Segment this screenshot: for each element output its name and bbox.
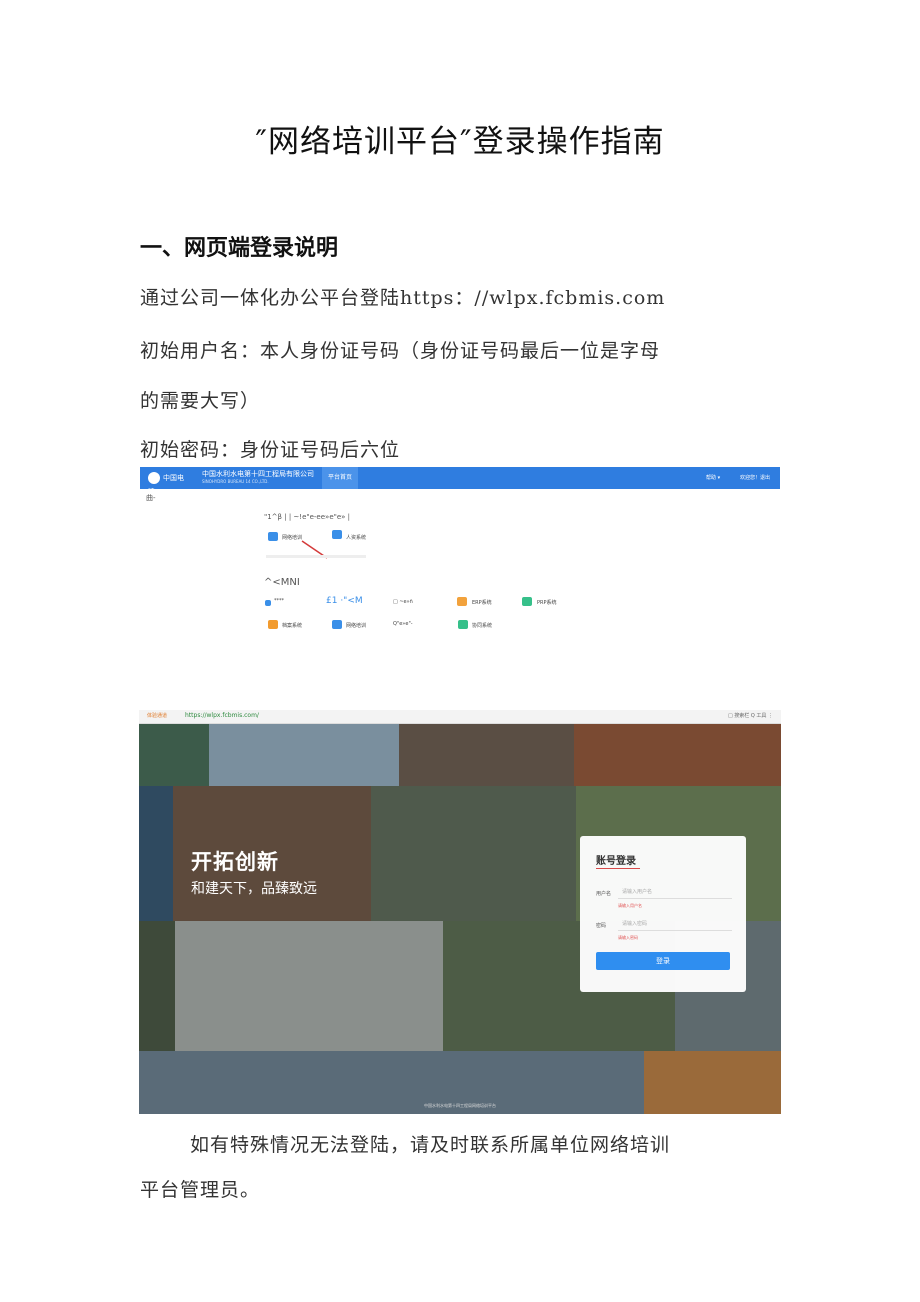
app-training[interactable]: 网络培训 <box>282 534 302 541</box>
photo-tile <box>139 921 175 1051</box>
square-icon <box>265 600 271 606</box>
login-url-line: 通过公司一体化办公平台登陆https：//wlpx.fcbmis.com <box>140 287 666 309</box>
row2-item1[interactable]: 档案系统 <box>282 622 302 629</box>
browser-tag: 体验通道 <box>147 713 168 719</box>
photo-tile <box>399 724 574 786</box>
row2-item4[interactable]: 协同系统 <box>472 622 492 629</box>
company-name: 中国水利水电第十四工程局有限公司 SINOHYDRO BUREAU 14 CO.… <box>202 470 314 486</box>
contact-note: 如有特殊情况无法登陆，请及时联系所属单位网络培训 <box>190 1134 671 1156</box>
contact-note-cont: 平台管理员。 <box>140 1179 261 1201</box>
slogan-title: 开拓创新 <box>191 850 279 874</box>
password-label: 密码 <box>596 923 607 929</box>
company-name-sub: SINOHYDRO BUREAU 14 CO.,LTD. <box>202 479 269 484</box>
portal-topbar: 中国电建 中国水利水电第十四工程局有限公司 SINOHYDRO BUREAU 1… <box>140 467 780 496</box>
photo-tile <box>574 724 781 786</box>
row1-item5[interactable]: PRP系统 <box>537 599 557 606</box>
photo-tile <box>209 724 399 786</box>
login-title: 账号登录 <box>596 856 636 867</box>
slogan-subtitle: 和建天下，品臻致远 <box>191 881 317 897</box>
photo-tile <box>139 724 209 786</box>
user-menu[interactable]: 欢迎您！退出 <box>740 467 770 489</box>
prp-icon[interactable] <box>522 597 532 606</box>
login-button[interactable]: 登录 <box>596 952 730 970</box>
login-panel: 账号登录 用户名 请输入用户名 请输入用户名 密码 请输入密码 请输入密码 登录 <box>580 836 746 992</box>
browser-address-bar: 体验通道 https://wlpx.fcbmis.com/ □ 搜索栏 Q 工具… <box>139 710 781 724</box>
graduation-cap-icon[interactable] <box>268 532 278 541</box>
url-text[interactable]: https://wlpx.fcbmis.com/ <box>185 712 259 719</box>
password-line: 初始密码：身份证号码后六位 <box>140 439 401 461</box>
section-b-title: ^<MNI <box>264 577 300 588</box>
app-hr[interactable]: 人资系统 <box>346 534 366 541</box>
username-input[interactable]: 请输入用户名 <box>618 886 732 899</box>
password-error: 请输入密码 <box>618 935 638 940</box>
page-title: ″网络培训平台″登录操作指南 <box>255 124 665 160</box>
tab-home[interactable]: 平台首页 <box>322 467 358 489</box>
login-page-screenshot: 体验通道 https://wlpx.fcbmis.com/ □ 搜索栏 Q 工具… <box>139 710 781 1114</box>
password-input[interactable]: 请输入密码 <box>618 918 732 931</box>
username-error: 请输入用户名 <box>618 903 642 908</box>
browser-toolbar[interactable]: □ 搜索栏 Q 工具 ⋮ <box>728 712 773 719</box>
archive-icon[interactable] <box>268 620 278 629</box>
company-name-text: 中国水利水电第十四工程局有限公司 <box>202 470 314 478</box>
row1-item2[interactable]: £1 ·"<M <box>326 596 363 606</box>
portal-screenshot: 中国电建 中国水利水电第十四工程局有限公司 SINOHYDRO BUREAU 1… <box>140 467 780 647</box>
breadcrumb: 曲- <box>146 494 156 502</box>
section-heading-web-login: 一、网页端登录说明 <box>140 236 339 261</box>
row1-item1[interactable]: **** <box>274 598 284 604</box>
row1-item4[interactable]: ERP系统 <box>472 599 492 606</box>
username-label: 用户名 <box>596 891 612 897</box>
portal-logo: 中国电建 <box>148 471 190 496</box>
erp-icon[interactable] <box>457 597 467 606</box>
logo-icon <box>148 472 160 484</box>
row2-item3[interactable]: Q"e»e"- <box>393 621 413 627</box>
login-footer: 中国水利水电第十四工程局网络培训平台 <box>424 1103 496 1108</box>
login-title-underline <box>596 868 640 869</box>
username-line-cont: 的需要大写） <box>140 390 261 412</box>
photo-tile <box>175 921 443 1051</box>
help-menu[interactable]: 帮助 ▾ <box>706 467 720 489</box>
user-icon[interactable] <box>332 530 342 539</box>
photo-tile <box>371 786 576 921</box>
photo-tile <box>139 786 173 921</box>
row2-item2[interactable]: 网络培训 <box>346 622 366 629</box>
row1-item3[interactable]: □ ~e»ñ <box>393 599 413 605</box>
username-line: 初始用户名：本人身份证号码（身份证号码最后一位是字母 <box>140 340 661 362</box>
collab-icon[interactable] <box>458 620 468 629</box>
section-a-title: "1^β | | ~!e"e-ee»e"e» | <box>264 513 351 521</box>
divider <box>266 555 366 558</box>
graduation-cap-icon-2[interactable] <box>332 620 342 629</box>
